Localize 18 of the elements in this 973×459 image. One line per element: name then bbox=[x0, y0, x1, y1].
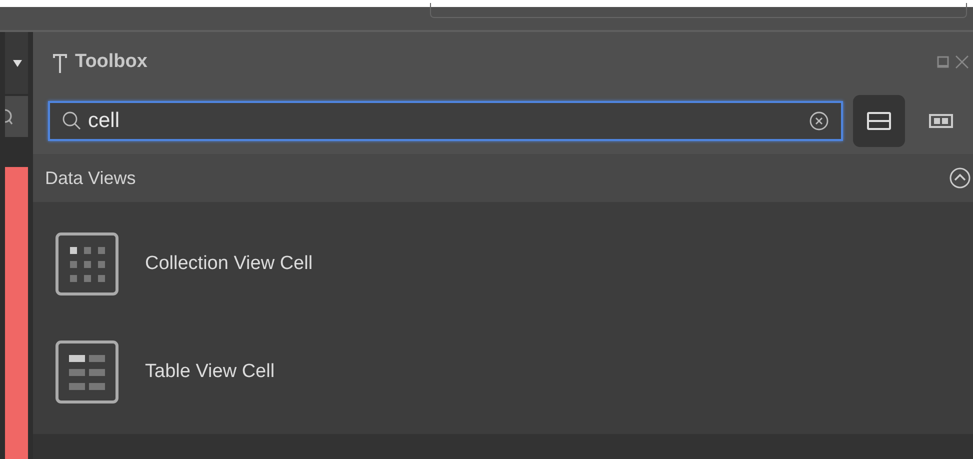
toolbox-item-label[interactable]: Collection View Cell bbox=[145, 253, 313, 275]
clear-icon[interactable] bbox=[809, 111, 829, 131]
hammer-icon bbox=[51, 51, 69, 73]
chevron-up-icon[interactable] bbox=[949, 167, 971, 189]
grid-icon bbox=[55, 232, 119, 296]
section-header[interactable]: Data Views bbox=[33, 154, 973, 202]
toolbox-item-label[interactable]: Table View Cell bbox=[145, 361, 275, 383]
table-icon bbox=[55, 340, 119, 404]
list-view-button[interactable] bbox=[853, 95, 905, 147]
section-title: Data Views bbox=[45, 168, 136, 188]
panel-title: Toolbox bbox=[75, 51, 148, 73]
grid-view-icon bbox=[929, 114, 953, 128]
search-icon bbox=[62, 111, 82, 131]
search-input[interactable]: cell bbox=[88, 109, 803, 133]
search-field[interactable]: cell bbox=[48, 101, 843, 141]
search-icon[interactable] bbox=[5, 108, 13, 126]
list-view-icon bbox=[867, 112, 891, 130]
dropdown-arrow-icon[interactable] bbox=[13, 60, 22, 66]
